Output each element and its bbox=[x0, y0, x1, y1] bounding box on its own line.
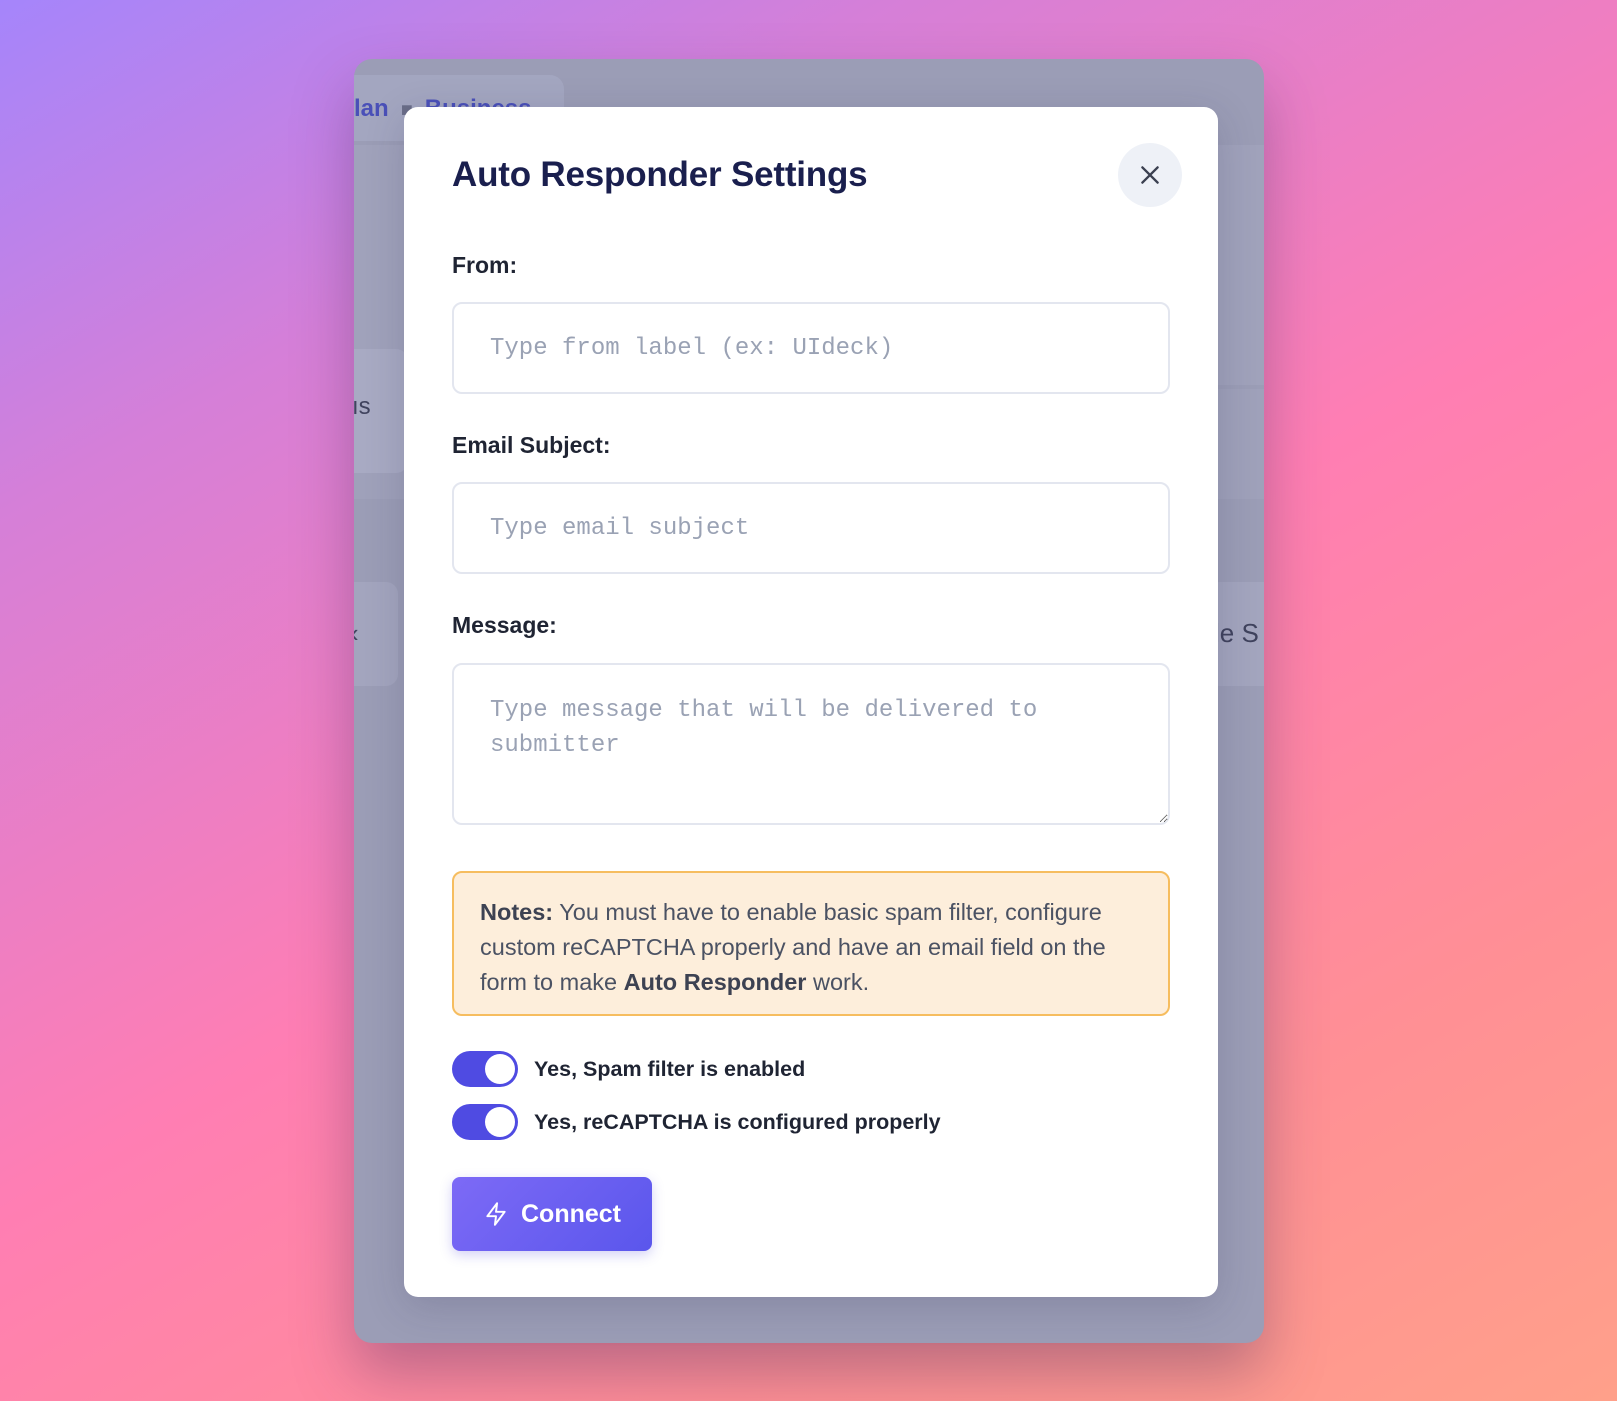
notes-box: Notes: You must have to enable basic spa… bbox=[452, 871, 1170, 1016]
notes-text-end: work. bbox=[806, 969, 870, 995]
message-label: Message: bbox=[452, 612, 557, 638]
email-subject-label: Email Subject: bbox=[452, 432, 611, 458]
notes-emphasis: Auto Responder bbox=[623, 969, 807, 995]
connect-button-label: Connect bbox=[521, 1199, 621, 1228]
spam-filter-toggle-row[interactable]: Yes, Spam filter is enabled bbox=[452, 1051, 805, 1087]
recaptcha-toggle-row[interactable]: Yes, reCAPTCHA is configured properly bbox=[452, 1104, 941, 1140]
background-card-left: ‹ bbox=[354, 582, 398, 686]
notes-lead: Notes: bbox=[480, 899, 554, 925]
close-button[interactable] bbox=[1118, 143, 1182, 207]
message-textarea[interactable] bbox=[452, 663, 1170, 825]
close-icon bbox=[1141, 166, 1159, 184]
recaptcha-toggle[interactable] bbox=[452, 1104, 518, 1140]
spam-filter-toggle[interactable] bbox=[452, 1051, 518, 1087]
from-input[interactable] bbox=[452, 302, 1170, 394]
toggle-knob bbox=[485, 1107, 515, 1137]
recaptcha-toggle-label: Yes, reCAPTCHA is configured properly bbox=[534, 1109, 941, 1134]
background-plan-text: lan bbox=[354, 95, 389, 122]
spam-filter-toggle-label: Yes, Spam filter is enabled bbox=[534, 1056, 806, 1081]
email-subject-input[interactable] bbox=[452, 482, 1170, 574]
toggle-knob bbox=[485, 1054, 515, 1084]
modal-title: Auto Responder Settings bbox=[452, 155, 868, 194]
lightning-icon bbox=[486, 1202, 506, 1226]
auto-responder-modal: Auto Responder Settings From: Email Subj… bbox=[404, 107, 1218, 1297]
background-chip: ıs bbox=[354, 349, 408, 473]
connect-button[interactable]: Connect bbox=[452, 1177, 652, 1251]
from-label: From: bbox=[452, 252, 518, 278]
